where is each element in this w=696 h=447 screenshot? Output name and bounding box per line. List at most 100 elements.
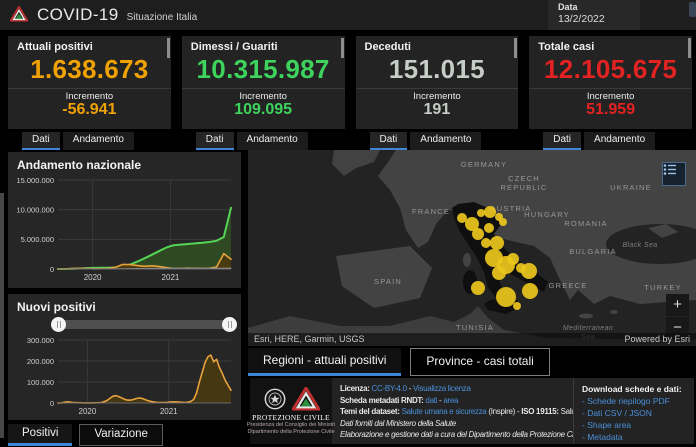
increment-value: 51.959 — [586, 101, 636, 118]
tab-positivi[interactable]: Positivi — [8, 424, 73, 446]
svg-text:2021: 2021 — [160, 407, 178, 416]
card-scrollbar[interactable] — [166, 38, 170, 58]
divider — [8, 88, 171, 89]
svg-text:Black Sea: Black Sea — [622, 242, 657, 249]
tab-dati[interactable]: Dati — [195, 132, 234, 150]
italy-emblem-icon — [264, 388, 285, 410]
license-line: Scheda metadati RNDT: dati - area — [340, 395, 459, 405]
europe-map[interactable]: GERMANY CZECH REPUBLIC UKRAINE FRANCE AUSTRIA… — [248, 150, 696, 346]
card-value: 151.015 — [388, 54, 485, 84]
slider-track[interactable] — [58, 320, 230, 329]
card-title: Dimessi / Guariti — [190, 41, 278, 53]
svg-text:2020: 2020 — [84, 273, 102, 282]
license-line: Elaborazione e gestione dati a cura del … — [340, 430, 574, 440]
attribution-esri: Powered by Esri — [624, 334, 690, 344]
card-scrollbar[interactable] — [340, 38, 344, 58]
footer-link[interactable]: Visualizza licenza — [413, 384, 471, 393]
tab-andamento[interactable]: Andamento — [410, 132, 482, 150]
covid-dashboard: COVID-19 Situazione Italia Data 13/2/202… — [0, 0, 696, 447]
svg-text:GERMANY: GERMANY — [461, 160, 507, 169]
tab-andamento[interactable]: Andamento — [584, 132, 656, 150]
tab-dati[interactable]: Dati — [543, 132, 582, 150]
footer-link[interactable]: Salute umana e sicurezza — [402, 407, 487, 416]
license-info: Licenza: CC-BY-4.0 - Visualizza licenza S… — [332, 378, 574, 444]
legend-list-icon — [663, 164, 676, 175]
download-link[interactable]: - Metadata — [582, 431, 686, 443]
download-link[interactable]: - Dati CSV / JSON — [582, 407, 686, 419]
divider — [181, 88, 345, 89]
card-tabs: Dati Andamento — [543, 132, 692, 150]
divider — [355, 88, 519, 89]
footer-link[interactable]: area — [443, 396, 458, 405]
footer: PROTEZIONE CIVILE Presidenza del Consigl… — [247, 378, 694, 444]
license-line: Licenza: CC-BY-4.0 - Visualizza licenza — [340, 384, 471, 393]
divider — [529, 88, 692, 89]
downloads-panel: Download schede e dati: - Schede riepilo… — [574, 378, 694, 444]
tab-regioni-attuali-positivi[interactable]: Regioni - attuali positivi — [248, 348, 402, 376]
protezione-civile-block: PROTEZIONE CIVILE Presidenza del Consigl… — [247, 378, 335, 444]
svg-text:5.000.000: 5.000.000 — [21, 235, 54, 244]
nuovi-positivi-chart: 300.000 200.000 100.000 0 2020 2021 — [27, 336, 232, 416]
card-attuali-positivi: Attuali positivi 1.638.673 Incremento -5… — [8, 36, 171, 129]
legend-button[interactable] — [662, 162, 686, 186]
time-range-slider — [51, 317, 237, 332]
map-view-tabs: Regioni - attuali positivi Province - ca… — [248, 348, 550, 376]
org-subtitle-2: Dipartimento della Protezione Civile — [247, 428, 335, 435]
svg-text:2021: 2021 — [162, 273, 180, 282]
tab-dati[interactable]: Dati — [22, 132, 60, 150]
protezione-civile-triangle-icon — [291, 387, 320, 411]
tab-andamento[interactable]: Andamento — [62, 132, 134, 150]
panel-nuovi-positivi: Nuovi positivi 300.000 200.000 100.000 0 202… — [8, 294, 241, 420]
download-link[interactable]: - Schede riepilogo PDF — [582, 395, 686, 407]
tab-variazione[interactable]: Variazione — [79, 424, 163, 446]
map-attribution: Esri, HERE, Garmin, USGS Powered by Esri — [248, 333, 696, 346]
card-totale-casi: Totale casi 12.105.675 Incremento 51.959 — [529, 36, 692, 129]
card-scrollbar[interactable] — [688, 38, 691, 58]
card-scrollbar[interactable] — [514, 38, 518, 58]
downloads-title: Download schede e dati: — [582, 384, 682, 394]
card-value: 1.638.673 — [30, 54, 149, 84]
license-line: Temi del dataset: Salute umana e sicurez… — [340, 407, 573, 417]
date-value: 13/2/2022 — [558, 13, 605, 25]
footer-link[interactable]: CC-BY-4.0 — [372, 384, 408, 393]
tab-dati[interactable]: Dati — [369, 132, 408, 150]
svg-text:200.000: 200.000 — [27, 357, 54, 366]
footer-link[interactable]: dati — [425, 396, 437, 405]
svg-text:CZECH: CZECH — [508, 174, 540, 183]
slider-handle-right[interactable] — [222, 317, 237, 332]
panel-title: Andamento nazionale — [17, 158, 142, 172]
app-subtitle: Situazione Italia — [126, 12, 198, 23]
zoom-in-button[interactable]: + — [666, 294, 689, 316]
date-label: Data — [558, 2, 578, 12]
svg-text:ROMANIA: ROMANIA — [564, 219, 607, 228]
card-col-attuali: Attuali positivi 1.638.673 Incremento -5… — [8, 36, 171, 150]
card-value: 10.315.987 — [196, 54, 330, 84]
map-canvas: GERMANYCZECHREPUBLIC UKRAINEFRANCE AUSTRIA… — [248, 150, 696, 346]
vertical-scrollbar[interactable] — [0, 193, 4, 438]
panel-andamento-nazionale: Andamento nazionale 15.000.000 10.000.000… — [8, 152, 241, 288]
tab-andamento[interactable]: Andamento — [236, 132, 308, 150]
svg-text:SPAIN: SPAIN — [374, 277, 402, 286]
svg-text:FRANCE: FRANCE — [412, 207, 450, 216]
panel-title: Nuovi positivi — [17, 300, 96, 314]
svg-text:0: 0 — [50, 265, 54, 274]
download-link[interactable]: - Shape area — [582, 419, 686, 431]
slider-handle-left[interactable] — [51, 317, 66, 332]
svg-text:2020: 2020 — [79, 407, 97, 416]
date-box: Data 13/2/2022 — [548, 0, 640, 30]
svg-text:15.000.000: 15.000.000 — [16, 176, 54, 185]
svg-text:BULGARIA: BULGARIA — [569, 247, 617, 256]
card-tabs: Dati Andamento — [195, 132, 345, 150]
card-deceduti: Deceduti 151.015 Incremento 191 — [355, 36, 519, 129]
stat-cards: Attuali positivi 1.638.673 Incremento -5… — [8, 36, 692, 150]
header-edge-widget[interactable] — [689, 2, 696, 17]
protezione-civile-logo-icon — [8, 4, 30, 27]
license-line: Dati forniti dal Ministero della Salute — [340, 418, 456, 428]
downloads-list: - Schede riepilogo PDF - Dati CSV / JSON -… — [582, 395, 686, 443]
tab-province-casi-totali[interactable]: Province - casi totali — [410, 348, 550, 376]
increment-value: -56.941 — [62, 101, 117, 118]
card-col-guariti: Dimessi / Guariti 10.315.987 Incremento … — [181, 36, 345, 150]
svg-text:300.000: 300.000 — [27, 336, 54, 345]
app-title: COVID-19 — [37, 5, 119, 24]
increment-value: 109.095 — [234, 101, 293, 118]
